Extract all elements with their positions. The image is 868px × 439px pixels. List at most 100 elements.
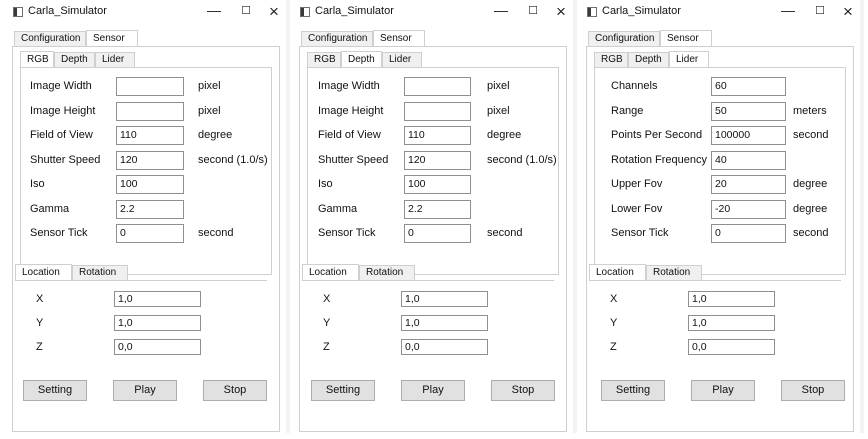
sensor-tick-input[interactable]: 0 (711, 224, 786, 243)
range-label: Range (611, 104, 644, 117)
play-button[interactable]: Play (691, 380, 755, 401)
image-height-input[interactable] (404, 101, 471, 121)
sensor-tab-bar: RGB Depth Lider (307, 51, 507, 67)
lower-fov-input[interactable]: -20 (711, 199, 786, 219)
image-width-input[interactable] (404, 77, 471, 96)
close-icon[interactable]: × (836, 2, 860, 22)
simulator-window: Carla_Simulator — ☐ × Configuration Sensor RGB… (580, 0, 864, 433)
rotation-frequency-input[interactable]: 40 (711, 150, 786, 170)
coord-x-label: X (36, 293, 44, 305)
range-unit: meters (793, 104, 827, 117)
image-height-input[interactable] (116, 101, 184, 121)
minimize-icon[interactable]: — (776, 0, 800, 20)
upper-fov-label: Upper Fov (611, 178, 663, 190)
tab-rotation[interactable]: Rotation (72, 265, 128, 280)
window-title: Carla_Simulator (28, 5, 107, 17)
shutter-speed-label: Shutter Speed (318, 153, 389, 166)
shutter-speed-input[interactable]: 120 (404, 150, 471, 170)
maximize-icon[interactable]: ☐ (234, 1, 258, 21)
shutter-speed-unit: second (1.0/s) (487, 153, 557, 166)
gamma-input[interactable]: 2.2 (116, 199, 184, 219)
tab-sensor[interactable]: Sensor (86, 30, 138, 46)
app-icon (300, 7, 310, 17)
iso-input[interactable]: 100 (116, 175, 184, 194)
range-input[interactable]: 50 (711, 101, 786, 121)
maximize-icon[interactable]: ☐ (521, 1, 545, 21)
shutter-speed-unit: second (1.0/s) (198, 153, 268, 166)
app-icon (13, 7, 23, 17)
tab-location[interactable]: Location (302, 264, 359, 280)
iso-input[interactable]: 100 (404, 175, 471, 194)
gamma-input[interactable]: 2.2 (404, 199, 471, 219)
coord-y-input[interactable]: 1,0 (401, 315, 488, 331)
coord-y-input[interactable]: 1,0 (688, 315, 775, 331)
tab-lider[interactable]: Lider (669, 51, 709, 67)
sensor-tab-bar: RGB Depth Lider (20, 51, 220, 67)
tab-location[interactable]: Location (15, 264, 72, 280)
field-of-view-input[interactable]: 110 (116, 126, 184, 145)
main-tab-bar: Configuration Sensor (14, 30, 214, 46)
upper-fov-unit: degree (793, 178, 828, 190)
coord-x-label: X (323, 293, 331, 305)
sensor-tick-unit: second (793, 227, 829, 239)
tab-location[interactable]: Location (589, 264, 646, 280)
minimize-icon[interactable]: — (202, 0, 226, 20)
field-of-view-input[interactable]: 110 (404, 126, 471, 145)
image-width-input[interactable] (116, 77, 184, 96)
play-button[interactable]: Play (113, 380, 177, 401)
field-of-view-label: Field of View (318, 129, 381, 141)
tab-configuration[interactable]: Configuration (301, 31, 373, 46)
coord-z-input[interactable]: 0,0 (114, 339, 201, 355)
lower-fov-unit: degree (793, 202, 828, 215)
coord-y-label: Y (323, 317, 331, 329)
coord-z-label: Z (323, 341, 330, 353)
sensor-tick-input[interactable]: 0 (116, 224, 184, 243)
tab-rotation[interactable]: Rotation (646, 265, 702, 280)
coord-x-input[interactable]: 1,0 (401, 291, 488, 307)
tab-configuration[interactable]: Configuration (14, 31, 86, 46)
stop-button[interactable]: Stop (491, 380, 555, 401)
channels-input[interactable]: 60 (711, 77, 786, 96)
tab-depth[interactable]: Depth (54, 52, 95, 67)
coord-x-input[interactable]: 1,0 (688, 291, 775, 307)
lower-fov-label: Lower Fov (611, 202, 663, 215)
coord-y-input[interactable]: 1,0 (114, 315, 201, 331)
close-icon[interactable]: × (262, 2, 286, 22)
points-per-second-input[interactable]: 100000 (711, 126, 786, 145)
image-width-label: Image Width (30, 80, 92, 92)
close-icon[interactable]: × (549, 2, 573, 22)
iso-label: Iso (30, 178, 45, 190)
setting-button[interactable]: Setting (23, 380, 87, 401)
coord-z-input[interactable]: 0,0 (401, 339, 488, 355)
tab-depth[interactable]: Depth (628, 52, 669, 67)
tab-rgb[interactable]: RGB (20, 51, 54, 67)
sensor-settings-panel (594, 67, 846, 275)
tab-sensor[interactable]: Sensor (660, 30, 712, 46)
tab-lider[interactable]: Lider (382, 52, 422, 67)
stop-button[interactable]: Stop (781, 380, 845, 401)
location-tab-bar: Location Rotation (302, 264, 502, 280)
setting-button[interactable]: Setting (311, 380, 375, 401)
coord-z-input[interactable]: 0,0 (688, 339, 775, 355)
tab-configuration[interactable]: Configuration (588, 31, 660, 46)
sensor-tick-input[interactable]: 0 (404, 224, 471, 243)
gamma-label: Gamma (30, 202, 70, 215)
tab-rgb[interactable]: RGB (594, 52, 628, 67)
tab-sensor[interactable]: Sensor (373, 30, 425, 46)
image-width-unit: pixel (198, 80, 221, 92)
minimize-icon[interactable]: — (489, 0, 513, 20)
tab-depth[interactable]: Depth (341, 51, 382, 67)
simulator-window: Carla_Simulator — ☐ × Configuration Sensor RGB… (293, 0, 577, 433)
tab-rgb[interactable]: RGB (307, 52, 341, 67)
coord-x-input[interactable]: 1,0 (114, 291, 201, 307)
maximize-icon[interactable]: ☐ (808, 1, 832, 21)
tab-lider[interactable]: Lider (95, 52, 135, 67)
points-per-second-label: Points Per Second (611, 129, 703, 141)
setting-button[interactable]: Setting (601, 380, 665, 401)
coord-z-label: Z (610, 341, 617, 353)
stop-button[interactable]: Stop (203, 380, 267, 401)
play-button[interactable]: Play (401, 380, 465, 401)
tab-rotation[interactable]: Rotation (359, 265, 415, 280)
upper-fov-input[interactable]: 20 (711, 175, 786, 194)
shutter-speed-input[interactable]: 120 (116, 150, 184, 170)
